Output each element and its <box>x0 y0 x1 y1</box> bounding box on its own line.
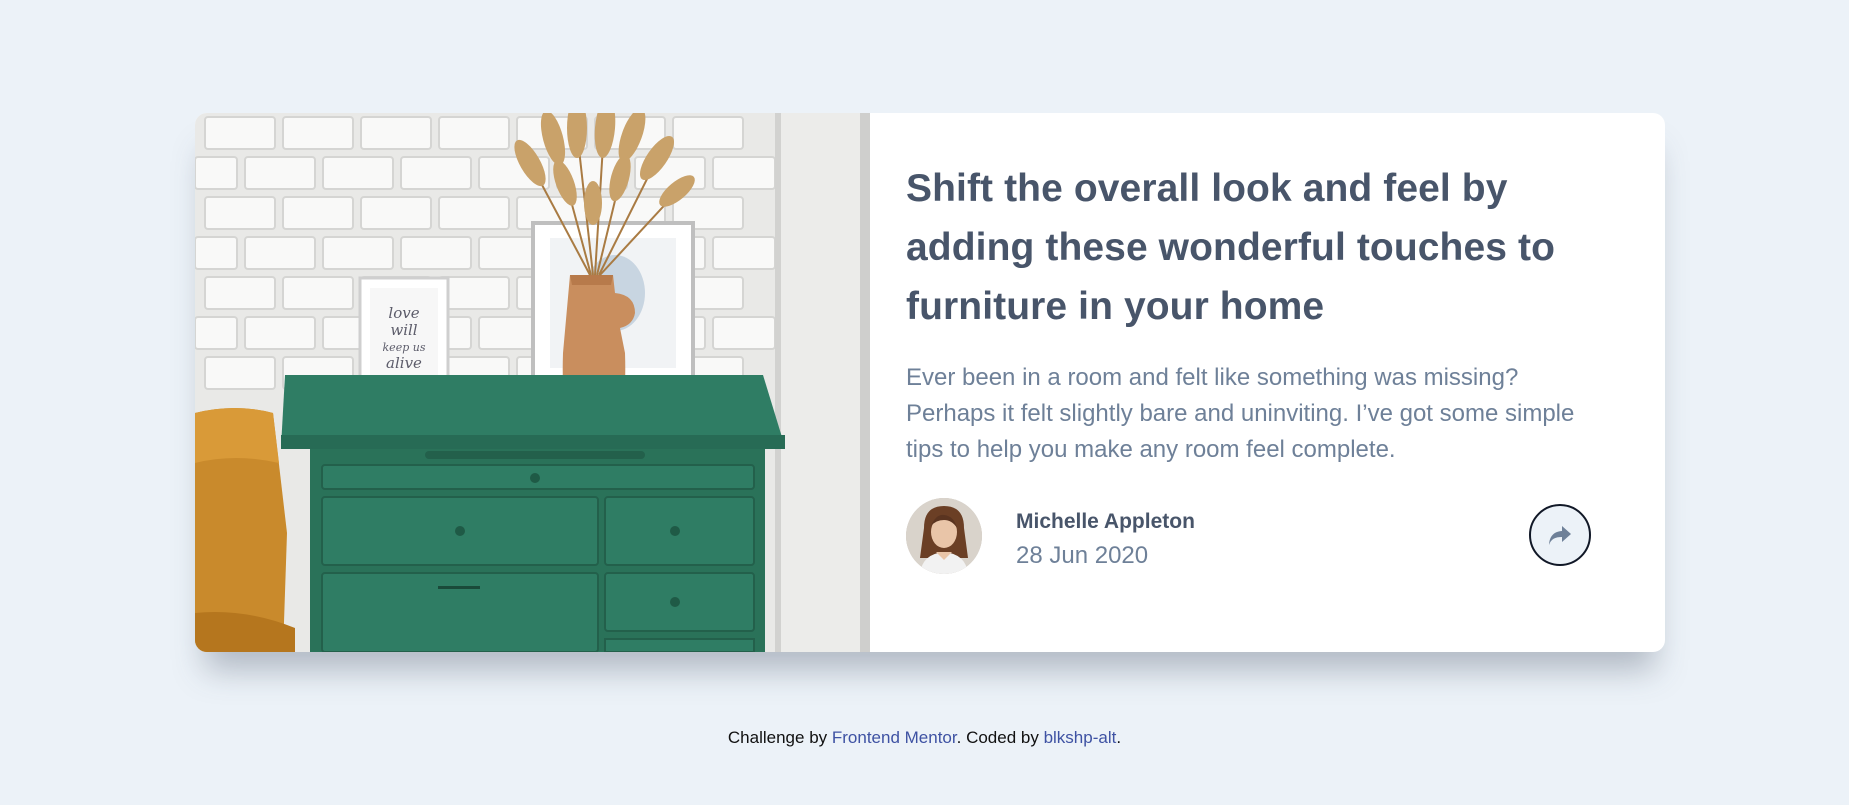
article-title[interactable]: Shift the overall look and feel by addin… <box>906 159 1586 336</box>
svg-text:keep us: keep us <box>383 341 426 354</box>
attribution-suffix: . <box>1116 728 1122 747</box>
share-button[interactable] <box>1529 504 1591 566</box>
svg-text:alive: alive <box>386 354 422 372</box>
attribution-middle: . Coded by <box>956 728 1044 747</box>
svg-text:will: will <box>390 321 417 339</box>
article-content: Shift the overall look and feel by addin… <box>870 113 1665 652</box>
article-image-drawers: love will keep us alive <box>195 113 870 652</box>
avatar <box>906 498 982 574</box>
avatar-photo-icon <box>906 498 982 574</box>
article-description: Ever been in a room and felt like someth… <box>906 364 1575 463</box>
author-row: Michelle Appleton 28 Jun 2020 <box>906 498 1596 574</box>
publish-date: 28 Jun 2020 <box>1016 542 1149 569</box>
article-preview-card: love will keep us alive Shift the overal… <box>195 113 1665 652</box>
share-arrow-icon <box>1549 525 1571 545</box>
attribution: Challenge by Frontend Mentor. Coded by b… <box>0 728 1849 748</box>
coder-link[interactable]: blkshp-alt <box>1044 728 1117 747</box>
attribution-prefix: Challenge by <box>727 728 832 747</box>
svg-text:love: love <box>388 304 419 322</box>
frontend-mentor-link[interactable]: Frontend Mentor <box>832 728 957 747</box>
author-name: Michelle Appleton <box>1016 510 1195 533</box>
